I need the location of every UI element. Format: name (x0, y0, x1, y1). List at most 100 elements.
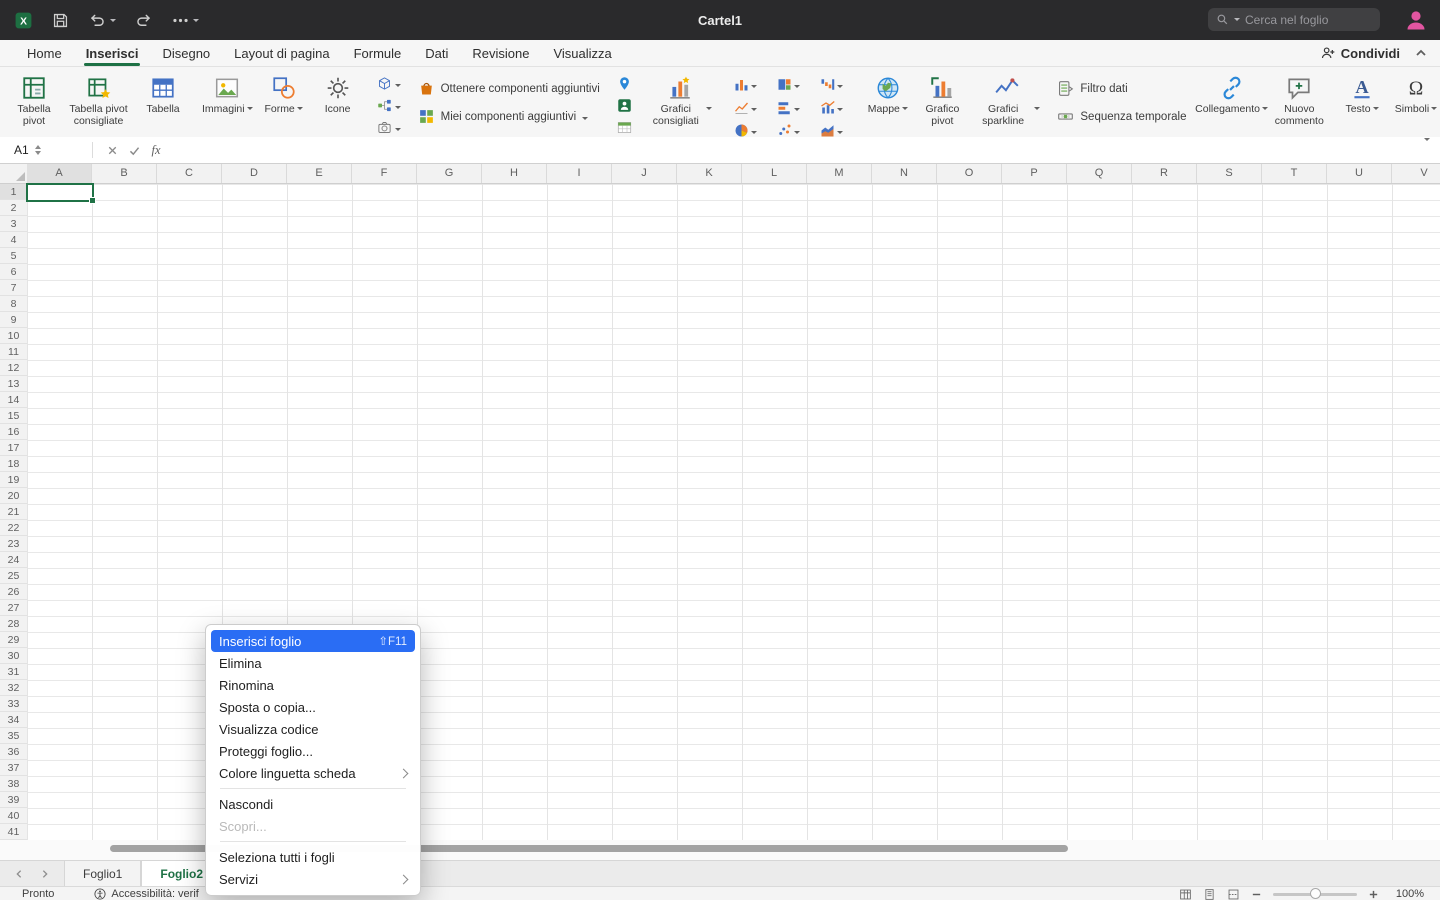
shapes-button[interactable]: Forme (258, 69, 310, 115)
menu-item-nascondi[interactable]: Nascondi (211, 793, 415, 815)
treemap-chart-button[interactable] (768, 74, 809, 95)
cancel-button[interactable] (101, 140, 123, 160)
menu-item-servizi[interactable]: Servizi (211, 868, 415, 890)
column-header-j[interactable]: J (612, 164, 677, 183)
zoom-out-button[interactable] (1251, 889, 1262, 900)
menu-item-visualizza-codice[interactable]: Visualizza codice (211, 718, 415, 740)
row-header-36[interactable]: 36 (0, 744, 27, 760)
column-header-b[interactable]: B (92, 164, 157, 183)
ribbon-tab-visualizza[interactable]: Visualizza (541, 40, 623, 66)
insert-function-button[interactable]: fx (145, 140, 167, 160)
zoom-level[interactable]: 100% (1390, 888, 1424, 900)
menu-item-colore-linguetta-scheda[interactable]: Colore linguetta scheda (211, 762, 415, 784)
sheet-prev-button[interactable] (14, 869, 24, 879)
ribbon-tab-layout-di-pagina[interactable]: Layout di pagina (222, 40, 341, 66)
column-header-o[interactable]: O (937, 164, 1002, 183)
combo-chart-button[interactable] (811, 97, 852, 118)
row-header-10[interactable]: 10 (0, 328, 27, 344)
row-header-38[interactable]: 38 (0, 776, 27, 792)
column-header-e[interactable]: E (287, 164, 352, 183)
timeline-button[interactable]: Sequenza temporale (1053, 105, 1190, 128)
column-header-q[interactable]: Q (1067, 164, 1132, 183)
column-chart-button[interactable] (725, 74, 766, 95)
row-header-14[interactable]: 14 (0, 392, 27, 408)
comment-button[interactable]: Nuovo commento (1265, 69, 1334, 128)
column-header-f[interactable]: F (352, 164, 417, 183)
ribbon-tab-revisione[interactable]: Revisione (460, 40, 541, 66)
row-header-29[interactable]: 29 (0, 632, 27, 648)
row-header-32[interactable]: 32 (0, 680, 27, 696)
zoom-in-button[interactable] (1368, 889, 1379, 900)
row-header-28[interactable]: 28 (0, 616, 27, 632)
column-header-c[interactable]: C (157, 164, 222, 183)
table-button[interactable]: Tabella (137, 69, 189, 128)
row-header-21[interactable]: 21 (0, 504, 27, 520)
row-header-37[interactable]: 37 (0, 760, 27, 776)
app-home-button[interactable]: X (14, 11, 33, 30)
redo-button[interactable] (134, 11, 153, 30)
row-header-13[interactable]: 13 (0, 376, 27, 392)
column-header-u[interactable]: U (1327, 164, 1392, 183)
selected-cell-a1[interactable] (26, 183, 94, 202)
link-button[interactable]: Collegamento (1201, 69, 1263, 128)
enter-button[interactable] (123, 140, 145, 160)
ribbon-tab-formule[interactable]: Formule (342, 40, 414, 66)
row-header-35[interactable]: 35 (0, 728, 27, 744)
row-header-1[interactable]: 1 (0, 184, 27, 200)
3d-models-button[interactable] (374, 74, 404, 93)
formula-input[interactable] (167, 137, 1424, 163)
row-header-26[interactable]: 26 (0, 584, 27, 600)
column-header-n[interactable]: N (872, 164, 937, 183)
row-header-18[interactable]: 18 (0, 456, 27, 472)
row-header-5[interactable]: 5 (0, 248, 27, 264)
zoom-slider-thumb[interactable] (1310, 888, 1321, 899)
row-header-7[interactable]: 7 (0, 280, 27, 296)
row-header-31[interactable]: 31 (0, 664, 27, 680)
column-header-d[interactable]: D (222, 164, 287, 183)
customize-toolbar-button[interactable] (171, 11, 199, 30)
menu-item-seleziona-tutti-i-fogli[interactable]: Seleziona tutti i fogli (211, 846, 415, 868)
icons-button[interactable]: Icone (312, 69, 364, 115)
row-header-16[interactable]: 16 (0, 424, 27, 440)
column-header-a[interactable]: A (27, 164, 92, 183)
ribbon-tab-home[interactable]: Home (15, 40, 74, 66)
zoom-slider[interactable] (1273, 893, 1357, 896)
ribbon-tab-disegno[interactable]: Disegno (150, 40, 222, 66)
row-header-2[interactable]: 2 (0, 200, 27, 216)
pivot-table-button[interactable]: Tabella pivot (8, 69, 60, 128)
row-header-20[interactable]: 20 (0, 488, 27, 504)
normal-view-button[interactable] (1179, 888, 1192, 900)
menu-item-rinomina[interactable]: Rinomina (211, 674, 415, 696)
pivot-table-recommended-button[interactable]: Tabella pivot consigliate (62, 69, 135, 128)
column-header-t[interactable]: T (1262, 164, 1327, 183)
row-header-9[interactable]: 9 (0, 312, 27, 328)
pivot-chart-button[interactable]: Grafico pivot (916, 69, 969, 128)
search-input[interactable]: Cerca nel foglio (1208, 8, 1380, 31)
row-header-41[interactable]: 41 (0, 824, 27, 840)
row-header-6[interactable]: 6 (0, 264, 27, 280)
row-header-24[interactable]: 24 (0, 552, 27, 568)
undo-button[interactable] (88, 11, 116, 30)
ribbon-tab-inserisci[interactable]: Inserisci (74, 40, 151, 66)
sheet-next-button[interactable] (40, 869, 50, 879)
column-header-i[interactable]: I (547, 164, 612, 183)
recommended-charts-button[interactable]: Grafici consigliati (645, 69, 715, 128)
row-header-4[interactable]: 4 (0, 232, 27, 248)
column-header-g[interactable]: G (417, 164, 482, 183)
waterfall-chart-button[interactable] (811, 74, 852, 95)
column-header-h[interactable]: H (482, 164, 547, 183)
row-header-15[interactable]: 15 (0, 408, 27, 424)
row-header-19[interactable]: 19 (0, 472, 27, 488)
column-header-s[interactable]: S (1197, 164, 1262, 183)
data-visualizer-button[interactable] (614, 118, 635, 137)
row-header-12[interactable]: 12 (0, 360, 27, 376)
row-header-34[interactable]: 34 (0, 712, 27, 728)
row-header-8[interactable]: 8 (0, 296, 27, 312)
store-button[interactable]: Ottenere componenti aggiuntivi (414, 77, 604, 100)
column-header-p[interactable]: P (1002, 164, 1067, 183)
row-header-27[interactable]: 27 (0, 600, 27, 616)
menu-item-sposta-o-copia[interactable]: Sposta o copia... (211, 696, 415, 718)
column-header-k[interactable]: K (677, 164, 742, 183)
column-header-r[interactable]: R (1132, 164, 1197, 183)
column-header-l[interactable]: L (742, 164, 807, 183)
